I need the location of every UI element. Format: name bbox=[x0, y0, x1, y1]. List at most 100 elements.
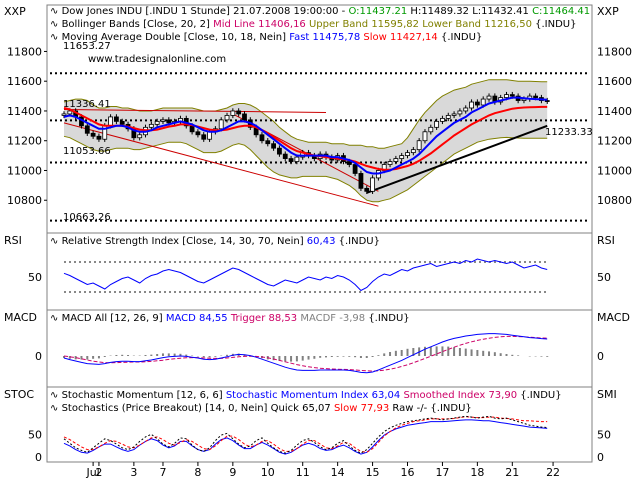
candle-body bbox=[480, 98, 486, 106]
candle-body bbox=[440, 118, 445, 122]
price-ytick-left: 11600 bbox=[7, 75, 42, 88]
candle-body bbox=[61, 113, 67, 116]
level-label-11336: 11336.41 bbox=[63, 99, 111, 110]
candle-body bbox=[67, 110, 73, 115]
candle-body bbox=[346, 161, 352, 165]
candle-body bbox=[137, 134, 143, 139]
low-value: 11432.41 bbox=[481, 6, 529, 17]
macd-ytick-left: 0 bbox=[35, 350, 42, 363]
candle-body bbox=[207, 131, 212, 140]
low-label: L: bbox=[472, 6, 481, 17]
price-ytick-right: 11200 bbox=[597, 135, 632, 148]
bollinger-lower: 11216,50 bbox=[484, 19, 532, 30]
candle-body bbox=[119, 120, 125, 125]
level-label-11233: 11233.33 bbox=[545, 127, 593, 138]
candle-body bbox=[154, 120, 160, 125]
watermark: www.tradesignalonline.com bbox=[88, 54, 226, 65]
macdf-label: MACDF bbox=[300, 313, 336, 324]
rsi-axis-label-left: RSI bbox=[4, 234, 22, 247]
macd-axis-label-right: MACD bbox=[597, 311, 630, 324]
candle-body bbox=[148, 123, 154, 128]
candle-body bbox=[387, 161, 393, 165]
macd-value: 84,55 bbox=[199, 313, 228, 324]
candle-body bbox=[405, 152, 410, 156]
level-label-11653: 11653.27 bbox=[63, 41, 111, 52]
candle-body bbox=[166, 119, 172, 124]
price-ytick-right: 11000 bbox=[597, 164, 632, 177]
price-ytick-right: 11600 bbox=[597, 75, 632, 88]
xtick-label: 17 bbox=[435, 466, 449, 479]
rsi-ytick-left: 50 bbox=[28, 271, 42, 284]
quick-label: Quick bbox=[271, 403, 299, 414]
level-label-10663: 10663.26 bbox=[63, 212, 111, 223]
candle-body bbox=[282, 153, 288, 159]
candle-body bbox=[84, 125, 90, 134]
chart: 10800 1080011000 1100011200 1120011400 11400… bbox=[4, 4, 632, 479]
xtick-label: 7 bbox=[159, 466, 166, 479]
xtick-label: 2 bbox=[95, 466, 102, 479]
candle-body bbox=[422, 131, 428, 142]
quick-value: 65,07 bbox=[302, 403, 331, 414]
candle-body bbox=[236, 110, 242, 115]
stoch-ytick-left: 0 bbox=[35, 451, 42, 464]
xtick-label: 11 bbox=[296, 466, 310, 479]
macd-axis-label-left: MACD bbox=[4, 311, 37, 324]
candle-body bbox=[358, 173, 364, 189]
stoch-breakout-text: Stochastics (Price Breakout) [14, 0, Nei… bbox=[62, 403, 268, 414]
xtick-label: 16 bbox=[401, 466, 415, 479]
candle-body bbox=[428, 126, 434, 133]
smoothed-label: Smoothed Index bbox=[403, 390, 485, 401]
candle-body bbox=[230, 110, 236, 116]
stoch-ytick-right: 0 bbox=[597, 451, 604, 464]
macd-label: MACD bbox=[166, 313, 196, 324]
candle-body bbox=[294, 156, 300, 162]
price-datetime: 21.07.2008 19:00:00 bbox=[233, 6, 338, 17]
price-ytick-left: 11400 bbox=[7, 105, 42, 118]
candle-body bbox=[352, 164, 358, 174]
xtick-label: 9 bbox=[229, 466, 236, 479]
xtick-label: 15 bbox=[366, 466, 380, 479]
xtick-label: 21 bbox=[505, 466, 519, 479]
price-ytick-right: 11400 bbox=[597, 105, 632, 118]
candle-body bbox=[370, 177, 375, 192]
candle-body bbox=[90, 132, 96, 137]
candle-body bbox=[445, 115, 451, 119]
candle-body bbox=[410, 149, 416, 154]
bollinger-text: Bollinger Bands [Close, 20, 2] bbox=[62, 19, 210, 30]
candle-body bbox=[416, 140, 422, 151]
bollinger-legend: ∿ Bollinger Bands [Close, 20, 2] Mid Lin… bbox=[50, 19, 576, 30]
price-ytick-right: 10800 bbox=[597, 194, 632, 207]
price-ytick-left: 11200 bbox=[7, 135, 42, 148]
ma-slow: 11427,14 bbox=[390, 32, 438, 43]
candle-body bbox=[434, 120, 440, 128]
xtick-label: 10 bbox=[261, 466, 275, 479]
candle-body bbox=[160, 119, 166, 122]
candle-body bbox=[544, 100, 550, 102]
stoch-ytick-left: 50 bbox=[28, 428, 42, 441]
candle-body bbox=[277, 147, 282, 155]
rsi-value: 60,43 bbox=[307, 236, 336, 247]
stoc-axis-label-right: SMI bbox=[597, 388, 617, 401]
ma-slow-label: Slow bbox=[363, 32, 386, 43]
candle-body bbox=[533, 95, 538, 98]
stoch-momentum-legend: ∿ Stochastic Momentum [12, 6, 6] Stochas… bbox=[50, 390, 562, 401]
bollinger-upper-label: Upper Band bbox=[309, 19, 368, 30]
price-ytick-right: 11800 bbox=[597, 45, 632, 58]
candle-body bbox=[463, 107, 469, 112]
rsi-ytick-right: 50 bbox=[597, 271, 611, 284]
smoothed-value: 73,90 bbox=[488, 390, 517, 401]
candle-body bbox=[259, 134, 265, 142]
bollinger-mid-label: Mid Line bbox=[213, 19, 255, 30]
candle-body bbox=[393, 158, 399, 162]
macd-ytick-right: 0 bbox=[597, 350, 604, 363]
price-axis-label-right: XXP bbox=[597, 5, 619, 18]
open-value: 11437.21 bbox=[360, 6, 408, 17]
candle-body bbox=[189, 125, 195, 133]
price-axis-label-left: XXP bbox=[4, 5, 26, 18]
ma-fast: 11475,78 bbox=[313, 32, 361, 43]
stoch-slow-value: 77,93 bbox=[361, 403, 390, 414]
ma-legend: ∿ Moving Average Double [Close, 10, 18, … bbox=[50, 32, 482, 43]
candle-body bbox=[218, 119, 224, 130]
candle-body bbox=[469, 101, 474, 109]
xtick-label: 14 bbox=[331, 466, 345, 479]
